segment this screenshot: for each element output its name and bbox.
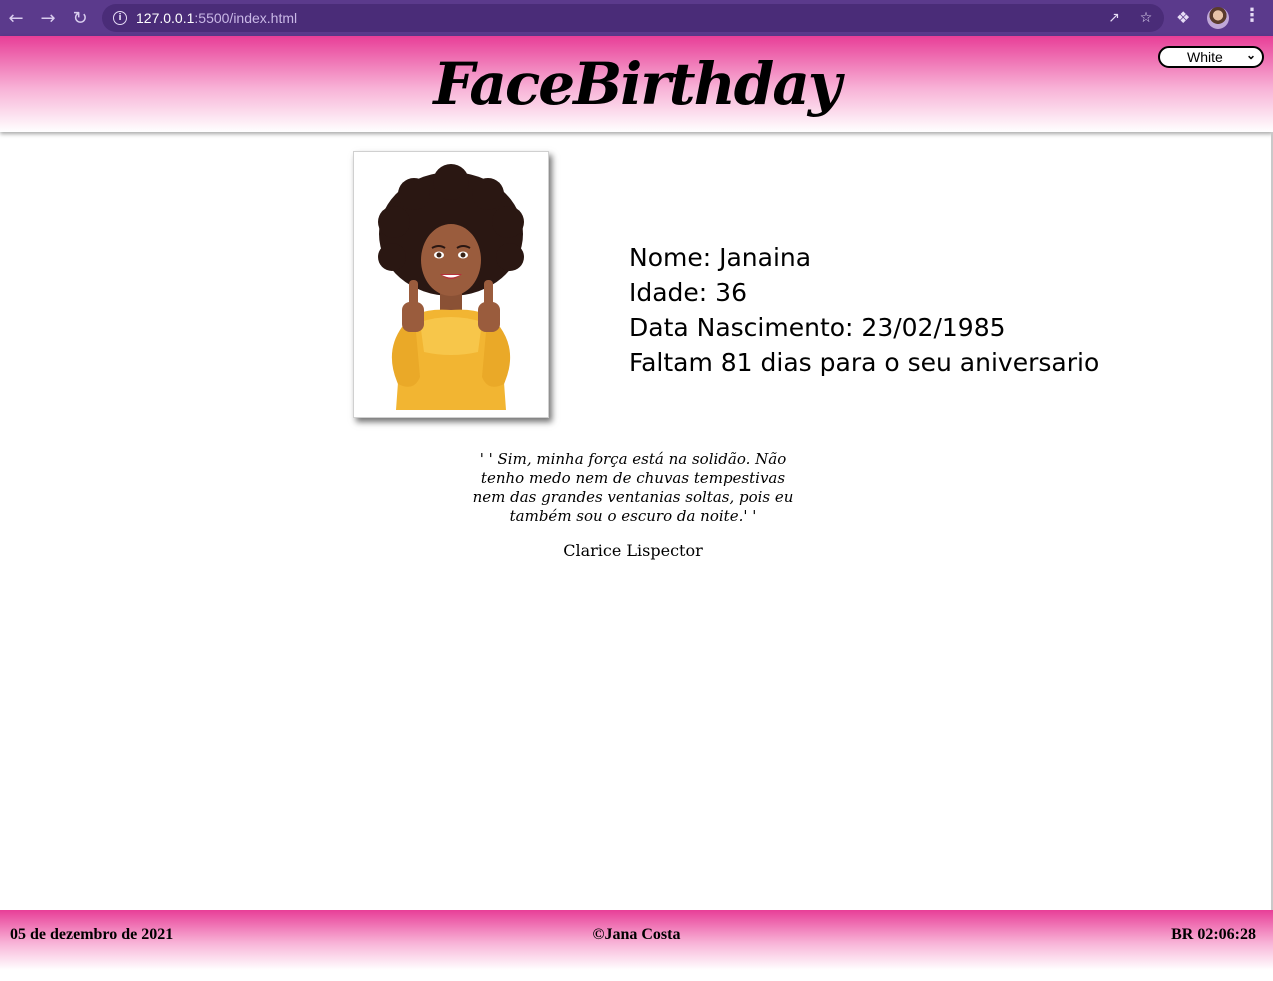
browser-toolbar: ← → ↻ i 127.0.0.1:5500/index.html ↗ ☆ ❖ …: [0, 0, 1273, 36]
url-host: 127.0.0.1: [136, 10, 195, 26]
profile-age: Idade: 36: [629, 278, 747, 307]
chevron-down-icon: ⌄: [1245, 48, 1256, 62]
arrow-left-icon[interactable]: ←: [0, 0, 32, 36]
theme-select-value: White: [1187, 49, 1223, 65]
star-icon[interactable]: ☆: [1136, 8, 1156, 28]
footer-clock: BR 02:06:28: [1171, 926, 1256, 943]
site-header: FaceBirthday White ⌄: [0, 36, 1273, 132]
more-menu-icon[interactable]: ⋮: [1243, 5, 1261, 26]
address-bar[interactable]: i 127.0.0.1:5500/index.html ↗ ☆: [102, 4, 1164, 32]
profile-avatar[interactable]: [1207, 7, 1229, 29]
extensions-icon[interactable]: ❖: [1176, 8, 1190, 27]
url-text: 127.0.0.1:5500/index.html: [136, 10, 297, 26]
site-logo: FaceBirthday: [433, 50, 841, 118]
quote-text: ' ' Sim, minha força está na solidão. Nã…: [472, 450, 794, 525]
footer-copyright: ©Jana Costa: [592, 926, 681, 943]
profile-photo: [353, 151, 549, 418]
info-icon[interactable]: i: [113, 11, 127, 25]
profile-info: Nome: Janaina Idade: 36 Data Nascimento:…: [629, 240, 1099, 380]
profile-birthdate: Data Nascimento: 23/02/1985: [629, 313, 1006, 342]
url-path: :5500/index.html: [194, 10, 298, 26]
arrow-right-icon[interactable]: →: [32, 0, 64, 36]
quote-author: Clarice Lispector: [563, 541, 703, 560]
theme-select[interactable]: White ⌄: [1158, 46, 1264, 68]
share-icon[interactable]: ↗: [1104, 8, 1124, 28]
birthday-countdown: Faltam 81 dias para o seu aniversario: [629, 348, 1100, 377]
site-footer: 05 de dezembro de 2021 ©Jana Costa BR 02…: [0, 910, 1273, 970]
reload-icon[interactable]: ↻: [64, 0, 96, 36]
woman-thumbs-up-illustration: [378, 164, 524, 410]
profile-name: Nome: Janaina: [629, 243, 812, 272]
